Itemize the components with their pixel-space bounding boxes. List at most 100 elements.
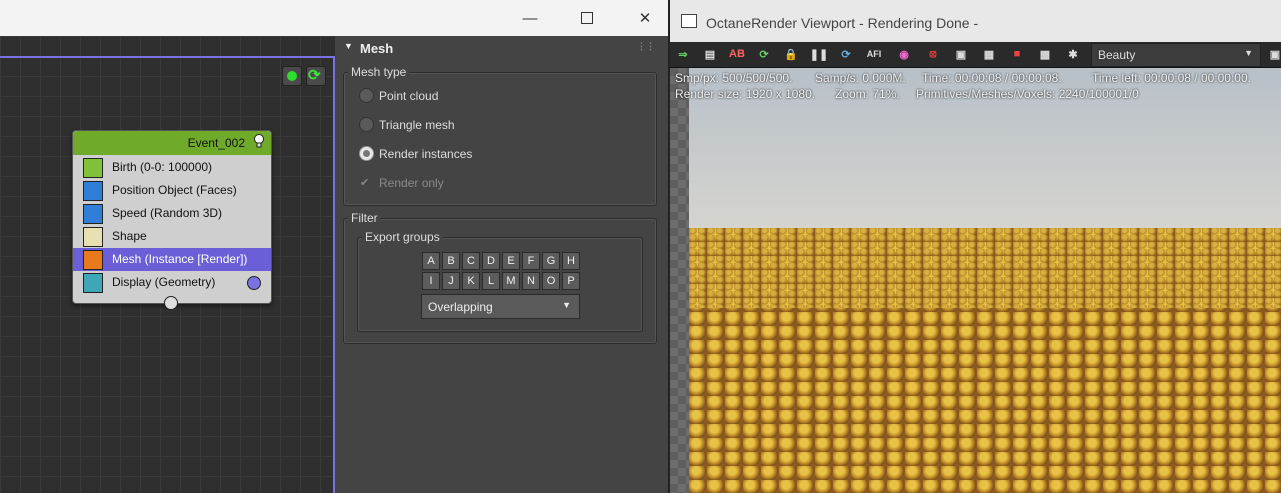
film-icon[interactable]: ▦ [981,46,997,62]
group-button-h[interactable]: H [562,252,580,270]
render-spheres-far [689,228,1281,308]
region-render-icon[interactable]: ■ [1009,46,1025,62]
stat-smp: Smp/px: 500/500/500. [675,71,793,85]
stat-primitives: Primitives/Meshes/Voxels: 2240/100001/0 [916,87,1139,101]
operator-speed[interactable]: Speed (Random 3D) [73,202,271,225]
chevron-down-icon: ▼ [562,300,571,310]
operator-label: Mesh (Instance [Render]) [112,252,248,266]
position-object-icon [83,181,103,201]
overlap-dropdown[interactable]: Overlapping ▼ [421,294,580,319]
operator-position-object[interactable]: Position Object (Faces) [73,179,271,202]
minimize-icon: — [522,9,538,27]
operator-display[interactable]: Display (Geometry) [73,271,271,294]
group-button-m[interactable]: M [502,272,520,290]
group-button-o[interactable]: O [542,272,560,290]
collapse-arrow-icon: ▼ [344,41,353,51]
event-output-connector[interactable] [164,296,178,310]
render-pass-value: Beauty [1098,48,1136,62]
radio-label: Triangle mesh [379,118,455,132]
display-color-swatch[interactable] [247,276,261,290]
event-title-bar[interactable]: Event_002 [73,131,271,155]
viewport-title: OctaneRender Viewport - Rendering Done - [706,15,979,31]
group-button-c[interactable]: C [462,252,480,270]
group-button-i[interactable]: I [422,272,440,290]
afi-icon[interactable]: AFI [866,46,882,62]
ab-compare-icon[interactable]: AB [729,46,745,62]
color-wheel-icon[interactable]: ◉ [896,46,912,62]
monitor-icon[interactable]: ▣ [953,46,969,62]
group-button-p[interactable]: P [562,272,580,290]
settings-gear-icon[interactable]: ✱ [1065,46,1081,62]
event-node[interactable]: Event_002 Birth (0-0: 100000) Position O… [72,130,272,304]
group-button-d[interactable]: D [482,252,500,270]
canvas-focus-border [0,56,335,58]
pause-icon[interactable]: ❚❚ [810,46,828,62]
no-entry-icon[interactable]: ⦻ [925,46,941,62]
stat-time: Time: 00:00:08 / 00:00:08. [922,71,1062,85]
group-button-b[interactable]: B [442,252,460,270]
operator-birth[interactable]: Birth (0-0: 100000) [73,156,271,179]
chevron-down-icon: ▼ [1244,48,1253,58]
lock-icon[interactable]: 🔒 [783,46,799,62]
render-only-checkbox[interactable]: ✔ [360,176,372,189]
refresh-button[interactable]: ⟳ [306,66,326,86]
green-dot-icon [287,71,297,81]
mesh-icon [83,250,103,270]
operator-mesh[interactable]: Mesh (Instance [Render]) [73,248,271,271]
enable-event-button[interactable] [282,66,302,86]
checkmark-icon: ✔ [360,177,370,189]
birth-icon [83,158,103,178]
radio-render-instances[interactable] [359,146,374,161]
stat-render-size: Render size: 1920 x 1080. [675,87,816,101]
group-button-l[interactable]: L [482,272,500,290]
restart-icon[interactable]: ⟳ [756,46,772,62]
operator-label: Speed (Random 3D) [112,206,223,220]
refresh-render-icon[interactable]: ⟳ [838,46,854,62]
operator-label: Shape [112,229,147,243]
stat-time-left: Time left: 00:00:08 / 00:00:00. [1092,71,1251,85]
render-pass-select[interactable]: Beauty ▼ [1091,43,1261,67]
expand-icon[interactable]: ▣ [1267,46,1281,62]
rollout-header[interactable]: ▼ Mesh ⋮⋮ [341,38,663,58]
event-title: Event_002 [187,136,245,150]
radio-point-cloud[interactable] [359,88,374,103]
stat-zoom: Zoom: 71%. [835,87,900,101]
group-button-a[interactable]: A [422,252,440,270]
radio-triangle-mesh[interactable] [359,117,374,132]
group-button-n[interactable]: N [522,272,540,290]
close-button[interactable]: ✕ [622,0,668,36]
operator-label: Position Object (Faces) [112,183,237,197]
grip-icon: ⋮⋮ [637,41,655,51]
radio-label: Render instances [379,147,473,161]
dropdown-value: Overlapping [428,300,493,314]
rollout-title: Mesh [360,41,394,56]
minimize-button[interactable]: — [507,0,553,36]
import-icon[interactable]: ⇒ [675,46,691,62]
group-button-f[interactable]: F [522,252,540,270]
group-button-j[interactable]: J [442,272,460,290]
group-button-e[interactable]: E [502,252,520,270]
radio-label: Point cloud [379,89,439,103]
display-icon [83,273,103,293]
render-only-label: Render only [379,176,444,190]
group-title: Mesh type [348,65,410,79]
close-icon: ✕ [638,10,652,27]
lightbulb-icon[interactable] [253,134,265,148]
speed-icon [83,204,103,224]
operator-shape[interactable]: Shape [73,225,271,248]
shape-icon [83,227,103,247]
group-title: Filter [348,211,381,225]
group-button-g[interactable]: G [542,252,560,270]
maximize-button[interactable] [564,0,610,36]
maximize-icon [581,12,593,24]
group-title: Export groups [362,230,443,244]
clipboard-icon[interactable]: ▤ [702,46,718,62]
operator-label: Display (Geometry) [112,275,216,289]
stat-samps: Samp/s: 0.000M. [815,71,906,85]
group-button-k[interactable]: K [462,272,480,290]
viewport-title-bar: OctaneRender Viewport - Rendering Done - [670,0,1281,42]
camera-icon[interactable]: ▩ [1037,46,1053,62]
operator-label: Birth (0-0: 100000) [112,160,213,174]
refresh-icon: ⟳ [308,67,321,84]
octane-app-icon [681,14,697,28]
